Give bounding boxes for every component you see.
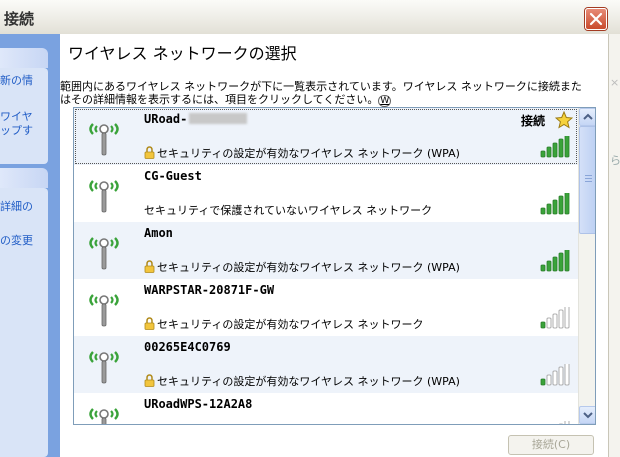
task-link[interactable]: 新の情 [0, 72, 33, 88]
signal-strength-icon [540, 193, 570, 215]
network-security: セキュリティの設定が有効なワイヤレス ネットワーク [144, 316, 424, 332]
wireless-antenna-icon [89, 237, 119, 270]
scrollbar[interactable] [578, 108, 595, 424]
network-security-text: セキュリティの設定が有効なワイヤレス ネットワーク [157, 318, 424, 331]
network-ssid-text: Amon [144, 226, 173, 240]
wireless-antenna-icon [89, 294, 119, 327]
network-row[interactable]: WARPSTAR-20871F-GW セキュリティの設定が有効なワイヤレス ネット… [74, 279, 578, 336]
tasks-section: 新の情 ワイヤ ップす [0, 68, 48, 164]
tasks-pane: 新の情 ワイヤ ップす 詳細の の変更 [0, 34, 60, 457]
grip-line [585, 175, 592, 176]
scroll-up-button[interactable] [579, 108, 595, 126]
network-security-text: セキュリティの設定が有効なワイヤレス ネットワーク (WPA) [157, 147, 460, 160]
network-ssid: Amon [144, 226, 173, 240]
task-link[interactable]: 詳細の [0, 198, 33, 214]
page-title: ワイヤレス ネットワークの選択 [68, 44, 297, 63]
network-security: セキュリティの設定が有効なワイヤレス ネットワーク (WPA) [144, 145, 460, 161]
redacted-text [189, 113, 248, 124]
window-title: 接続 [4, 10, 35, 28]
close-icon [589, 12, 603, 26]
wireless-antenna-icon [89, 123, 119, 156]
tasks-section-header[interactable] [0, 168, 48, 188]
scroll-thumb[interactable] [579, 126, 595, 234]
network-row[interactable]: 00265E4C0769 セキュリティの設定が有効なワイヤレス ネットワーク (W… [74, 336, 578, 393]
lock-icon [144, 374, 155, 387]
task-link[interactable]: の変更 [0, 232, 33, 248]
network-security: セキュリティで保護されていないワイヤレス ネットワーク [144, 202, 432, 218]
network-ssid-text: 00265E4C0769 [144, 340, 231, 354]
network-row[interactable]: URoad- セキュリティの設定が有効なワイヤレス ネットワーク (WPA) 接続 [74, 108, 578, 165]
window-right-edge: × ら [608, 34, 620, 457]
network-ssid: CG-Guest [144, 169, 202, 183]
wireless-antenna-icon [89, 351, 119, 384]
network-security-text: セキュリティの設定が有効なワイヤレス ネットワーク (WPA) [157, 375, 460, 388]
signal-strength-icon [540, 250, 570, 272]
lock-icon [144, 317, 155, 330]
chevron-up-icon [583, 113, 593, 120]
title-bar: 接続 [0, 0, 620, 35]
edge-glyph: ら [610, 154, 620, 167]
signal-strength-icon [540, 136, 570, 158]
scroll-down-button[interactable] [579, 406, 595, 424]
network-ssid-text: URoad- [144, 112, 188, 126]
task-link[interactable]: ップす [0, 122, 33, 138]
network-ssid-text: URoadWPS-12A2A8 [144, 397, 253, 411]
signal-strength-icon [540, 307, 570, 329]
network-row[interactable]: Amon セキュリティの設定が有効なワイヤレス ネットワーク (WPA) [74, 222, 578, 279]
network-ssid: WARPSTAR-20871F-GW [144, 283, 274, 297]
close-button[interactable] [585, 8, 607, 30]
network-security-text: セキュリティの設定が有効なワイヤレス ネットワーク (WPA) [157, 261, 460, 274]
star-icon [555, 111, 573, 129]
network-security: セキュリティの設定が有効なワイヤレス ネットワーク (WPA) [144, 259, 460, 275]
network-row[interactable]: CG-Guest セキュリティで保護されていないワイヤレス ネットワーク [74, 165, 578, 222]
network-ssid-text: WARPSTAR-20871F-GW [144, 283, 275, 297]
edge-glyph: × [610, 76, 620, 89]
signal-strength-icon [540, 364, 570, 386]
grip-line [585, 181, 592, 182]
network-ssid: URoadWPS-12A2A8 [144, 397, 252, 411]
wireless-antenna-icon [89, 408, 119, 424]
tasks-section: 詳細の の変更 [0, 188, 48, 457]
lock-icon [144, 146, 155, 159]
grip-line [585, 178, 592, 179]
signal-strength-icon [559, 421, 570, 424]
network-row[interactable]: URoadWPS-12A2A8 [74, 393, 578, 424]
network-ssid: 00265E4C0769 [144, 340, 231, 354]
chevron-down-icon [583, 412, 593, 419]
main-panel: ワイヤレス ネットワークの選択 範囲内にあるワイヤレス ネットワークが下に一覧表… [60, 34, 608, 457]
network-security: セキュリティの設定が有効なワイヤレス ネットワーク (WPA) [144, 373, 460, 389]
lock-icon [144, 260, 155, 273]
connect-button[interactable]: 接続(C) [508, 435, 594, 455]
network-ssid: URoad- [144, 112, 248, 126]
network-ssid-text: CG-Guest [144, 169, 202, 183]
shortcut-key: W [378, 95, 392, 107]
wireless-antenna-icon [89, 180, 119, 213]
tasks-section-header[interactable] [0, 48, 48, 68]
description: 範囲内にあるワイヤレス ネットワークが下に一覧表示されています。ワイヤレス ネッ… [60, 80, 586, 108]
description-text: 範囲内にあるワイヤレス ネットワークが下に一覧表示されています。ワイヤレス ネッ… [60, 80, 582, 106]
connection-status: 接続 [521, 114, 546, 128]
network-list[interactable]: URoad- セキュリティの設定が有効なワイヤレス ネットワーク (WPA) 接続 C… [73, 107, 596, 425]
network-security-text: セキュリティで保護されていないワイヤレス ネットワーク [144, 204, 433, 217]
